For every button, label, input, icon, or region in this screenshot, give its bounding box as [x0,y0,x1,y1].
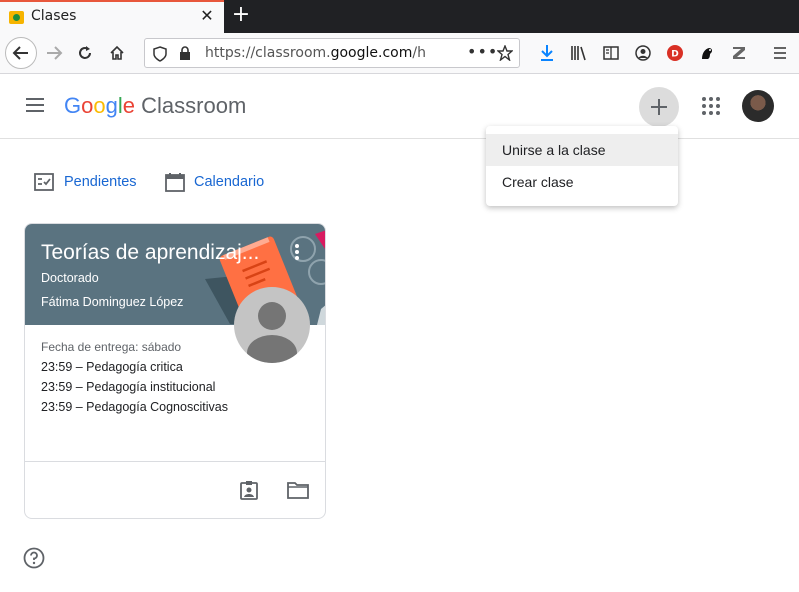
student-work-icon[interactable] [239,480,259,504]
pending-label: Pendientes [64,174,137,190]
browser-tab[interactable]: Clases ✕ [0,0,224,33]
bookmark-star-icon[interactable] [496,44,514,65]
main-menu-icon[interactable] [26,98,46,114]
google-letter: o [81,93,94,118]
create-join-menu: Unirse a la clase Crear clase [486,126,678,206]
classroom-header: Google Classroom [0,74,799,139]
reload-icon[interactable] [70,37,100,69]
google-classroom-logo[interactable]: Google Classroom [64,93,246,119]
url-bar[interactable]: https://classroom.google.com/h ••• [144,38,520,68]
tab-close-icon[interactable]: ✕ [199,6,215,26]
google-letter: o [93,93,106,118]
product-name: Classroom [141,93,247,118]
calendar-link[interactable]: Calendario [165,171,264,193]
lock-icon[interactable] [179,46,191,65]
menu-item-create-class[interactable]: Crear clase [486,166,678,198]
menu-icon[interactable] [771,44,789,62]
create-or-join-button[interactable] [639,87,679,127]
more-options-icon[interactable] [293,244,301,262]
assignment-item[interactable]: 23:59 – Pedagogía Cognoscitivas [41,400,228,414]
svg-text:D: D [671,50,678,60]
assignment-item[interactable]: 23:59 – Pedagogía critica [41,360,183,374]
google-letter: e [122,93,136,118]
extension-gnu-icon[interactable] [698,44,716,62]
calendar-icon [165,173,185,192]
classroom-favicon-icon [9,11,24,24]
forward-icon[interactable] [39,37,69,69]
library-icon[interactable] [570,44,588,62]
home-icon[interactable] [102,37,132,69]
browser-navbar: https://classroom.google.com/h ••• D [0,33,799,74]
class-title[interactable]: Teorías de aprendizaj... [41,241,271,265]
shield-icon[interactable] [153,46,167,66]
class-section: Doctorado [41,271,99,285]
help-icon[interactable] [23,547,45,569]
reader-view-icon[interactable] [602,44,620,62]
todo-icon [34,173,54,191]
due-date-label: Fecha de entrega: sábado [41,340,182,354]
tab-title: Clases [31,8,77,24]
page-actions-icon[interactable]: ••• [467,42,498,61]
class-card[interactable]: Teorías de aprendizaj... Doctorado Fátim… [24,223,326,519]
zotero-icon[interactable] [730,44,748,62]
card-footer [25,461,325,518]
url-text[interactable]: https://classroom.google.com/h [205,45,426,61]
back-icon[interactable] [5,37,37,69]
extension-d-icon[interactable]: D [666,44,684,62]
class-teacher: Fátima Dominguez López [41,295,184,309]
google-letter: g [105,93,118,118]
download-icon[interactable] [538,44,556,62]
pending-link[interactable]: Pendientes [34,171,137,193]
google-wordmark: Google [64,93,141,118]
calendar-label: Calendario [194,174,265,190]
account-icon[interactable] [634,44,652,62]
new-tab-icon[interactable]: + [230,3,252,27]
browser-tab-strip: Clases ✕ + [0,0,799,33]
google-apps-icon[interactable] [701,96,721,116]
menu-item-join-class[interactable]: Unirse a la clase [486,134,678,166]
assignment-item[interactable]: 23:59 – Pedagogía institucional [41,380,215,394]
folder-icon[interactable] [287,481,309,503]
account-avatar[interactable] [742,90,774,122]
teacher-avatar [234,287,310,363]
google-letter: G [64,93,82,118]
